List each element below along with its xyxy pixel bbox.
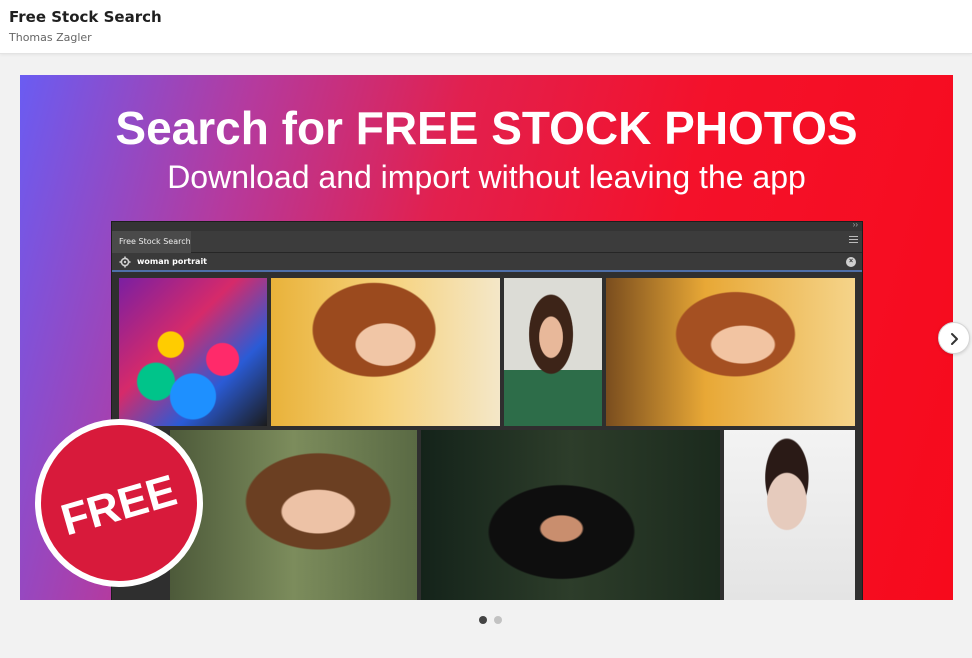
carousel-dot-2[interactable]: [494, 616, 502, 624]
panel-tab: Free Stock Search: [112, 231, 191, 253]
carousel-next-button[interactable]: [938, 322, 970, 354]
free-badge-text: FREE: [55, 465, 183, 546]
thumbnail-woman-hijab: [421, 430, 720, 600]
panel-top-strip: ››: [112, 220, 862, 231]
thumbnail-woman-dark-lipstick: [724, 430, 855, 600]
thumbnail-woman-eyes-closed: [606, 278, 855, 426]
thumbnail-colorful-painted-face: [119, 278, 267, 426]
thumbnail-woman-red-hair: [271, 278, 500, 426]
panel-search-bar: woman portrait ×: [112, 253, 862, 272]
carousel-dot-1-active[interactable]: [479, 616, 487, 624]
panel-search-value: woman portrait: [137, 257, 208, 266]
promo-banner: Search for FREE STOCK PHOTOS Download an…: [20, 75, 953, 600]
app-panel-screenshot: ›› Free Stock Search woman portrait ×: [111, 220, 863, 600]
thumbnail-smiling-curly-hair-woman: [504, 278, 602, 426]
chevron-right-icon: [951, 333, 958, 345]
banner-subline: Download and import without leaving the …: [167, 159, 806, 195]
carousel-pagination: [478, 616, 508, 626]
free-badge: FREE: [35, 419, 203, 587]
collapse-icon: ››: [852, 220, 858, 229]
gear-icon: [119, 256, 131, 268]
hamburger-menu-icon: [849, 236, 858, 245]
app-author: Thomas Zagler: [9, 31, 92, 44]
app-title: Free Stock Search: [9, 8, 162, 26]
clear-search-icon: ×: [846, 257, 856, 267]
banner-headline: Search for FREE STOCK PHOTOS: [115, 102, 858, 154]
panel-tab-bar: Free Stock Search: [112, 231, 862, 253]
thumbnail-woman-freckles: [170, 430, 417, 600]
app-header: Free Stock Search Thomas Zagler: [0, 0, 972, 54]
